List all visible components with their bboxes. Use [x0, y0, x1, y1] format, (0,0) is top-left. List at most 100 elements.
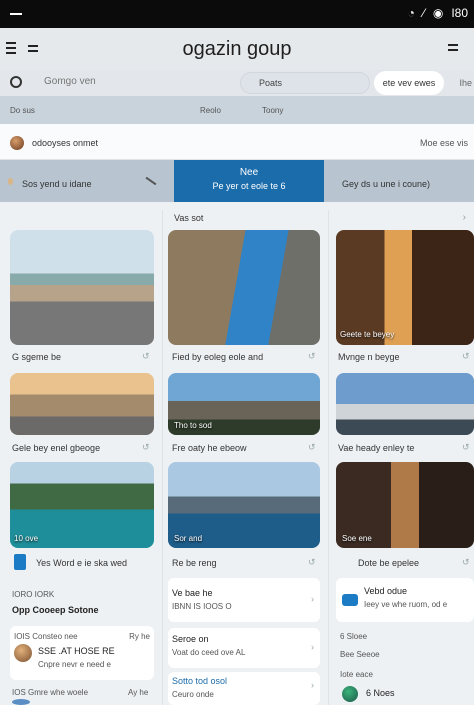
photo-caption: Dote be epelee [358, 558, 420, 568]
list-item[interactable]: Seroe on Voat do ceed ove AL › [168, 628, 320, 668]
chevron-icon[interactable]: › [311, 594, 314, 604]
banner-left-text: Sos yend u idane [22, 179, 92, 189]
posts-pill[interactable]: Poats [240, 72, 370, 94]
banner-highlight[interactable]: Nee Pe yer ot eole te 6 [174, 160, 324, 202]
item-subtitle: IBNN IS IOOS O [172, 602, 232, 611]
photo-tile[interactable] [10, 373, 154, 435]
chevron-icon[interactable]: › [463, 212, 466, 223]
chevron-icon[interactable]: ↺ [462, 351, 470, 362]
photo-tile[interactable]: Sor and [168, 462, 320, 548]
filter-item[interactable]: Do sus [10, 106, 35, 115]
status-label: I80 [451, 6, 468, 20]
item-meta: 6 Sloee [340, 632, 368, 641]
item-title: Vebd odue [364, 586, 408, 596]
chevron-icon[interactable]: ↺ [308, 351, 316, 362]
item-title: Seroe on [172, 634, 209, 644]
user-name[interactable]: odooyses onmet [32, 138, 98, 148]
edge-pill[interactable]: Ihe [459, 78, 472, 88]
photo-caption: G sgeme be [12, 352, 62, 362]
photo-tile[interactable]: Tho to sod [168, 373, 320, 435]
photo-label: 10 ove [14, 534, 39, 543]
section-title: Opp Cooeep Sotone [12, 605, 99, 615]
pin-icon [8, 178, 13, 185]
photo-caption: Vae heady enley te [338, 443, 415, 453]
section-label: Vas sot [174, 213, 204, 223]
app-bar: ogazin goup [0, 28, 474, 70]
promo-banner: Sos yend u idane Nee Pe yer ot eole te 6… [0, 160, 474, 202]
section-header: IORO IORK [12, 590, 55, 599]
photo-label: Tho to sod [174, 421, 212, 430]
search-input[interactable] [44, 76, 224, 87]
avatar[interactable] [342, 686, 358, 702]
item-time: Ry he [129, 632, 150, 641]
column-divider [328, 210, 329, 705]
item-title: SSE .AT HOSE RE [38, 646, 115, 656]
item-title: Sotto tod osol [172, 676, 228, 686]
photo-tile[interactable] [10, 230, 154, 345]
user-row: odooyses onmet Moe ese vis [0, 124, 474, 160]
photo-tile[interactable]: Soe ene [336, 462, 474, 548]
bookmark-icon[interactable] [14, 554, 26, 570]
status-icons: ◔ ⁄ ◉ I80 [408, 6, 468, 20]
item-title: 6 Noes [366, 688, 395, 698]
user-link[interactable]: Moe ese vis [420, 138, 468, 148]
filter-item[interactable]: Reolo [200, 106, 221, 115]
item-meta: IOS Gmre whe woele [12, 688, 89, 697]
view-pill[interactable]: ete vev ewes [374, 71, 444, 95]
chevron-icon[interactable]: ↺ [142, 442, 150, 453]
photo-tile[interactable] [336, 373, 474, 435]
banner-right[interactable]: Gey ds u une i coune) [324, 160, 474, 202]
chevron-icon[interactable]: ↺ [308, 442, 316, 453]
filter-item[interactable]: Toony [262, 106, 283, 115]
list-item[interactable]: IOIS Consteo nee Ry he SSE .AT HOSE RE C… [10, 626, 154, 680]
item-time: Ay he [128, 688, 149, 697]
app-title: ogazin goup [182, 38, 292, 60]
photo-label: Geete te beyey [340, 330, 395, 339]
item-subtitle: Voat do ceed ove AL [172, 648, 246, 657]
search-icon[interactable] [10, 76, 22, 88]
banner-left[interactable]: Sos yend u idane [0, 160, 174, 202]
chevron-icon[interactable]: ↺ [142, 351, 150, 362]
item-subtitle: Ieey ve whe ruom, od e [364, 600, 448, 609]
item-title: Ve bae he [172, 588, 213, 598]
photo-tile[interactable] [168, 230, 320, 345]
photo-caption: Yes Word e ie ska wed [36, 558, 128, 568]
photo-tile[interactable]: Geete te beyey [336, 230, 474, 345]
item-meta: IOIS Consteo nee [14, 632, 78, 641]
item-meta: Bee Seeoe [340, 650, 380, 659]
chevron-icon[interactable]: › [311, 642, 314, 652]
battery-icon: ◉ [432, 6, 444, 20]
list-item[interactable]: Ve bae he IBNN IS IOOS O › [168, 578, 320, 622]
photo-label: Sor and [174, 534, 203, 543]
list-item[interactable]: Sotto tod osol Ceuro onde › [168, 672, 320, 705]
banner-subtitle: Pe yer ot eole te 6 [212, 181, 286, 191]
avatar[interactable] [10, 136, 24, 150]
photo-caption: Fre oaty he ebeow [172, 443, 247, 453]
photo-tile[interactable]: 10 ove [10, 462, 154, 548]
chevron-icon[interactable]: › [311, 680, 314, 690]
item-subtitle: Ceuro onde [172, 690, 214, 699]
item-meta: Iote eace [340, 670, 373, 679]
filter-row: Do sus Reolo Toony [0, 96, 474, 124]
item-subtitle: Cnpre nevr e need e [38, 660, 111, 669]
chevron-icon[interactable]: ↺ [462, 442, 470, 453]
status-dash-icon [10, 13, 22, 15]
status-bar: ◔ ⁄ ◉ I80 [0, 0, 474, 28]
banner-right-text: Gey ds u une i coune) [342, 179, 431, 189]
more-menu-icon[interactable] [448, 44, 458, 54]
slash-icon [145, 176, 157, 186]
ship-icon [342, 594, 358, 606]
photo-caption: Gele bey enel gbeoge [12, 443, 101, 453]
avatar[interactable] [12, 699, 30, 705]
column-divider [162, 210, 163, 705]
photo-caption: Mvnge n beyge [338, 352, 400, 362]
photo-label: Soe ene [342, 534, 372, 543]
chevron-icon[interactable]: ↺ [308, 557, 316, 568]
avatar[interactable] [14, 644, 32, 662]
search-row: Poats ete vev ewes Ihe [0, 70, 474, 96]
list-item[interactable]: Vebd odue Ieey ve whe ruom, od e [336, 578, 474, 622]
chevron-icon[interactable]: ↺ [462, 557, 470, 568]
wifi-icon: ◔ [407, 6, 415, 20]
banner-title: Nee [239, 167, 259, 178]
photo-caption: Re be reng [172, 558, 217, 568]
